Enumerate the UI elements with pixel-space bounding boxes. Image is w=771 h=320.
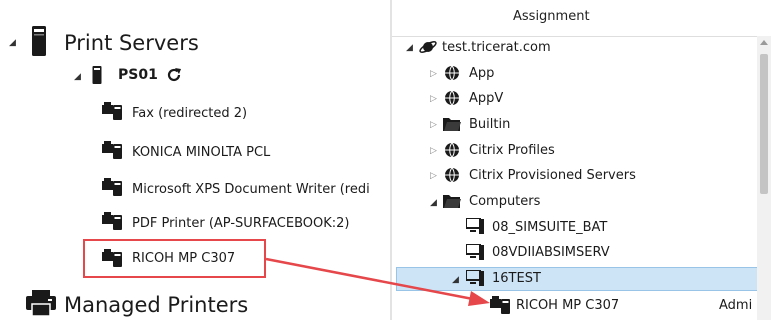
collapse-arrow-icon[interactable]: ▷ bbox=[430, 171, 437, 181]
printer-item-label[interactable]: Fax (redirected 2) bbox=[132, 106, 247, 122]
printer-item-label[interactable]: Microsoft XPS Document Writer (redi bbox=[132, 182, 370, 198]
folder-open-icon bbox=[443, 195, 461, 208]
collapse-arrow-icon[interactable]: ▷ bbox=[430, 120, 437, 130]
computer-icon bbox=[466, 270, 484, 286]
globe-icon bbox=[445, 142, 459, 158]
printer-icon bbox=[102, 141, 122, 159]
computer-icon bbox=[466, 218, 484, 234]
globe-icon bbox=[445, 90, 459, 106]
expand-domain-icon[interactable]: ◢ bbox=[406, 43, 413, 53]
server-tower-icon bbox=[32, 26, 46, 56]
print-servers-label[interactable]: Print Servers bbox=[64, 30, 199, 56]
expand-print-servers-icon[interactable]: ◢ bbox=[9, 38, 16, 48]
printer-item-label[interactable]: KONICA MINOLTA PCL bbox=[132, 145, 270, 161]
refresh-icon[interactable] bbox=[166, 67, 182, 83]
computer-icon bbox=[466, 244, 484, 260]
printer-item-label[interactable]: PDF Printer (AP-SURFACEBOOK:2) bbox=[132, 216, 350, 232]
server-icon bbox=[92, 66, 102, 84]
print-servers-pane: ◢ Print Servers ◢ PS01 Fax (redirected 2… bbox=[0, 0, 390, 320]
assignment-header-label: Assignment bbox=[513, 9, 590, 24]
ou-label[interactable]: Computers bbox=[469, 194, 540, 210]
printer-icon bbox=[102, 102, 122, 120]
printer-icon bbox=[102, 178, 122, 196]
folder-icon bbox=[443, 118, 461, 131]
assignment-header[interactable]: Assignment bbox=[392, 0, 771, 37]
admin-column-text: Admi bbox=[719, 298, 753, 313]
ou-label[interactable]: Citrix Provisioned Servers bbox=[469, 168, 636, 184]
collapse-arrow-icon[interactable]: ▷ bbox=[430, 146, 437, 156]
managed-printers-icon bbox=[26, 290, 56, 316]
collapse-arrow-icon[interactable]: ▷ bbox=[430, 69, 437, 79]
scroll-up-icon[interactable] bbox=[760, 40, 768, 45]
expand-ps01-icon[interactable]: ◢ bbox=[74, 72, 81, 82]
expand-16test-icon[interactable]: ◢ bbox=[452, 275, 459, 285]
printer-icon bbox=[102, 212, 122, 230]
globe-icon bbox=[445, 167, 459, 183]
managed-printers-label[interactable]: Managed Printers bbox=[64, 292, 248, 318]
scroll-thumb[interactable] bbox=[760, 54, 768, 194]
ou-label[interactable]: AppV bbox=[469, 91, 503, 107]
computer-label[interactable]: 16TEST bbox=[492, 271, 541, 287]
collapse-arrow-icon[interactable]: ▷ bbox=[430, 94, 437, 104]
ps01-label[interactable]: PS01 bbox=[118, 66, 158, 84]
highlight-box bbox=[83, 239, 266, 278]
ou-label[interactable]: Citrix Profiles bbox=[469, 143, 555, 159]
ou-label[interactable]: App bbox=[469, 66, 494, 82]
printer-icon bbox=[490, 296, 510, 314]
domain-icon bbox=[419, 41, 437, 53]
ou-label[interactable]: Builtin bbox=[469, 117, 510, 133]
domain-label[interactable]: test.tricerat.com bbox=[442, 40, 551, 56]
expand-computers-icon[interactable]: ◢ bbox=[430, 198, 437, 208]
assigned-printer-label[interactable]: RICOH MP C307 bbox=[516, 298, 619, 314]
computer-label[interactable]: 08_SIMSUITE_BAT bbox=[492, 220, 607, 236]
globe-icon bbox=[445, 65, 459, 81]
assignment-pane: Assignment ◢ test.tricerat.com ▷ App ▷ A… bbox=[392, 0, 771, 320]
computer-label[interactable]: 08VDIIABSIMSERV bbox=[492, 245, 610, 261]
